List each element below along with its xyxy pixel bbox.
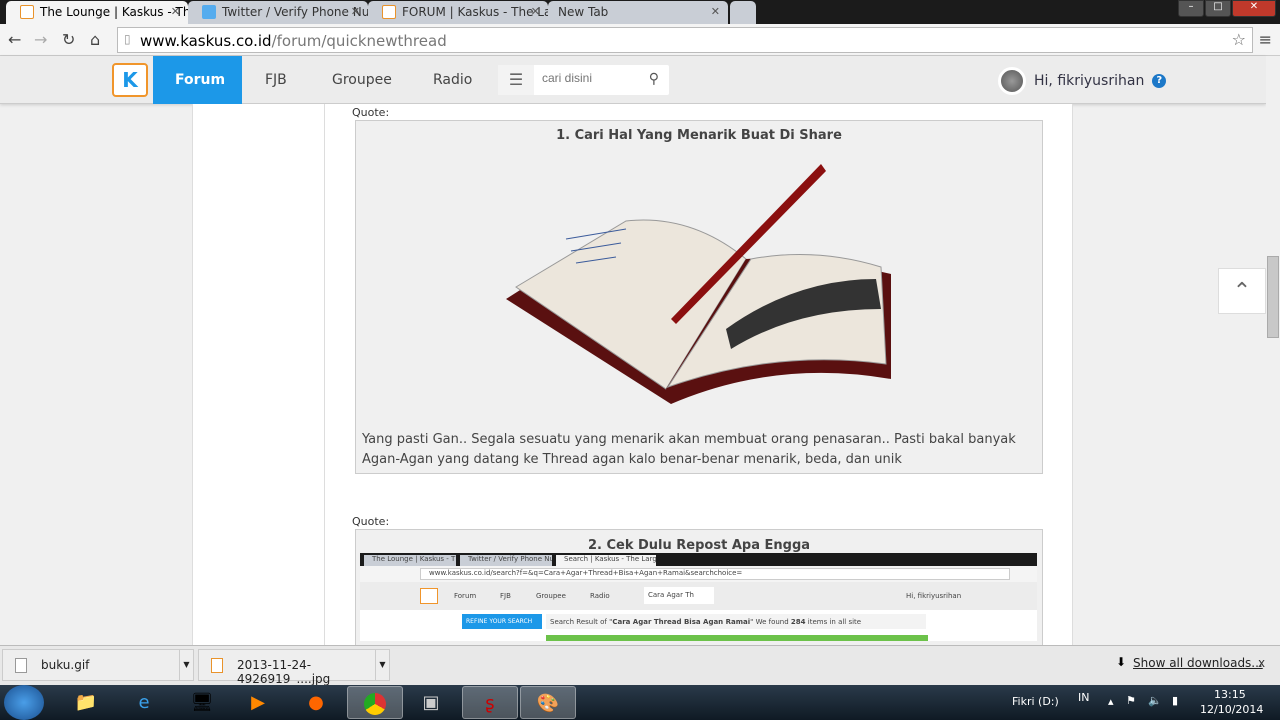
- quote-box-1: 1. Cari Hal Yang Menarik Buat Di Share Y…: [355, 120, 1043, 474]
- show-hidden-icons[interactable]: ▴: [1108, 695, 1114, 708]
- chrome-menu-icon[interactable]: ≡: [1259, 30, 1272, 49]
- book-and-pen-image: [506, 164, 891, 404]
- quote-title: 2. Cek Dulu Repost Apa Engga: [587, 538, 811, 553]
- image-file-icon: [211, 658, 223, 673]
- download-item[interactable]: buku.gif ▼: [2, 649, 194, 681]
- help-icon[interactable]: ?: [1152, 74, 1167, 88]
- quote-label: Quote:: [352, 106, 390, 119]
- forward-icon[interactable]: →: [34, 30, 47, 49]
- scroll-to-top-button[interactable]: ⌃: [1218, 268, 1266, 314]
- kaskus-navbar: K Forum FJB Groupee Radio ☰ ⚲ Hi, fikriy…: [0, 56, 1266, 104]
- show-all-downloads-link[interactable]: Show all downloads...: [1133, 656, 1263, 670]
- firefox-icon[interactable]: ●: [288, 686, 344, 719]
- tab-forum[interactable]: FORUM | Kaskus - The Largest✕: [368, 1, 548, 24]
- address-bar[interactable]: ▯ www.kaskus.co.id/forum/quicknewthread ☆: [117, 27, 1253, 53]
- nav-fjb[interactable]: FJB: [243, 56, 309, 104]
- nav-radio[interactable]: Radio: [411, 56, 494, 104]
- minimize-button[interactable]: –: [1178, 0, 1204, 17]
- paint-icon[interactable]: 🎨: [520, 686, 576, 719]
- disc-app-icon[interactable]: ▣: [403, 686, 459, 719]
- download-arrow-icon: ⬇: [1116, 655, 1127, 669]
- search-input[interactable]: [542, 71, 632, 85]
- downloads-bar: buku.gif ▼ 2013-11-24-4926919_....jpg ▼ ⬇ …: [0, 645, 1280, 686]
- avatar: [998, 67, 1026, 95]
- close-tab-icon[interactable]: ✕: [711, 5, 720, 18]
- bookmark-star-icon[interactable]: ☆: [1232, 30, 1246, 49]
- smartfren-icon[interactable]: ʂ: [462, 686, 518, 719]
- user-menu[interactable]: Hi, fikriyusrihan?: [998, 67, 1167, 95]
- list-icon[interactable]: ☰: [498, 65, 534, 95]
- reload-icon[interactable]: ↻: [62, 30, 75, 49]
- vertical-scrollbar[interactable]: [1266, 56, 1280, 645]
- new-tab-button[interactable]: [730, 1, 756, 24]
- chrome-icon[interactable]: [347, 686, 403, 719]
- close-window-button[interactable]: ✕: [1232, 0, 1276, 17]
- tab-twitter[interactable]: Twitter / Verify Phone Number✕: [188, 1, 368, 24]
- maximize-button[interactable]: □: [1205, 0, 1231, 17]
- nav-groupee[interactable]: Groupee: [310, 56, 414, 104]
- tab-strip: The Lounge | Kaskus - The Lounge✕ Twitte…: [0, 0, 1280, 24]
- home-icon[interactable]: ⌂: [90, 30, 100, 49]
- search-icon[interactable]: ⚲: [649, 71, 659, 87]
- drive-label[interactable]: Fikri (D:): [1012, 695, 1059, 708]
- kaskus-favicon: [20, 5, 34, 19]
- kaskus-logo[interactable]: K: [112, 63, 148, 97]
- close-tab-icon[interactable]: ✕: [531, 5, 540, 18]
- ie-icon[interactable]: e: [116, 686, 172, 719]
- chevron-down-icon[interactable]: ▼: [375, 650, 389, 680]
- start-button[interactable]: [4, 685, 44, 720]
- close-tab-icon[interactable]: ✕: [351, 5, 360, 18]
- left-column: [192, 104, 325, 645]
- page-icon: ▯: [124, 32, 131, 46]
- file-icon: [15, 658, 27, 673]
- nav-forum[interactable]: Forum: [153, 56, 242, 104]
- quote-text: Yang pasti Gan.. Segala sesuatu yang men…: [362, 432, 1016, 467]
- explorer-icon[interactable]: 📁: [58, 686, 114, 719]
- language-indicator[interactable]: IN: [1078, 691, 1089, 704]
- download-item[interactable]: 2013-11-24-4926919_....jpg ▼: [198, 649, 390, 686]
- twitter-favicon: [202, 5, 216, 19]
- back-icon[interactable]: ←: [8, 30, 21, 49]
- action-center-flag-icon[interactable]: ⚑: [1126, 694, 1136, 707]
- scrollbar-thumb[interactable]: [1267, 256, 1279, 338]
- quote-label: Quote:: [352, 515, 390, 528]
- media-player-icon[interactable]: ▶: [230, 686, 286, 719]
- quote-title: 1. Cari Hal Yang Menarik Buat Di Share: [556, 128, 842, 143]
- network-icon[interactable]: ▮: [1172, 694, 1178, 707]
- volume-icon[interactable]: 🔈: [1148, 694, 1162, 707]
- chevron-down-icon[interactable]: ▼: [179, 650, 193, 680]
- search-box: ☰ ⚲: [498, 65, 669, 95]
- close-downloads-bar[interactable]: x: [1258, 656, 1265, 670]
- kaskus-favicon: [382, 5, 396, 19]
- windows-taskbar: 📁 e 🖥 ▶ ● ▣ ʂ 🎨 Fikri (D:) IN ▴ ⚑ 🔈 ▮ 13…: [0, 685, 1280, 720]
- tab-new[interactable]: New Tab ✕: [548, 1, 728, 24]
- clock-date[interactable]: 12/10/2014: [1200, 703, 1263, 716]
- clock-time[interactable]: 13:15: [1214, 688, 1246, 701]
- close-tab-icon[interactable]: ✕: [171, 5, 180, 18]
- embedded-screenshot: The Lounge | Kaskus - The Twitter / Veri…: [360, 553, 1037, 641]
- browser-toolbar: ← → ↻ ⌂ ▯ www.kaskus.co.id/forum/quicknew…: [0, 24, 1280, 56]
- tab-the-lounge[interactable]: The Lounge | Kaskus - The Lounge✕: [6, 1, 188, 24]
- network-app-icon[interactable]: 🖥: [174, 686, 230, 719]
